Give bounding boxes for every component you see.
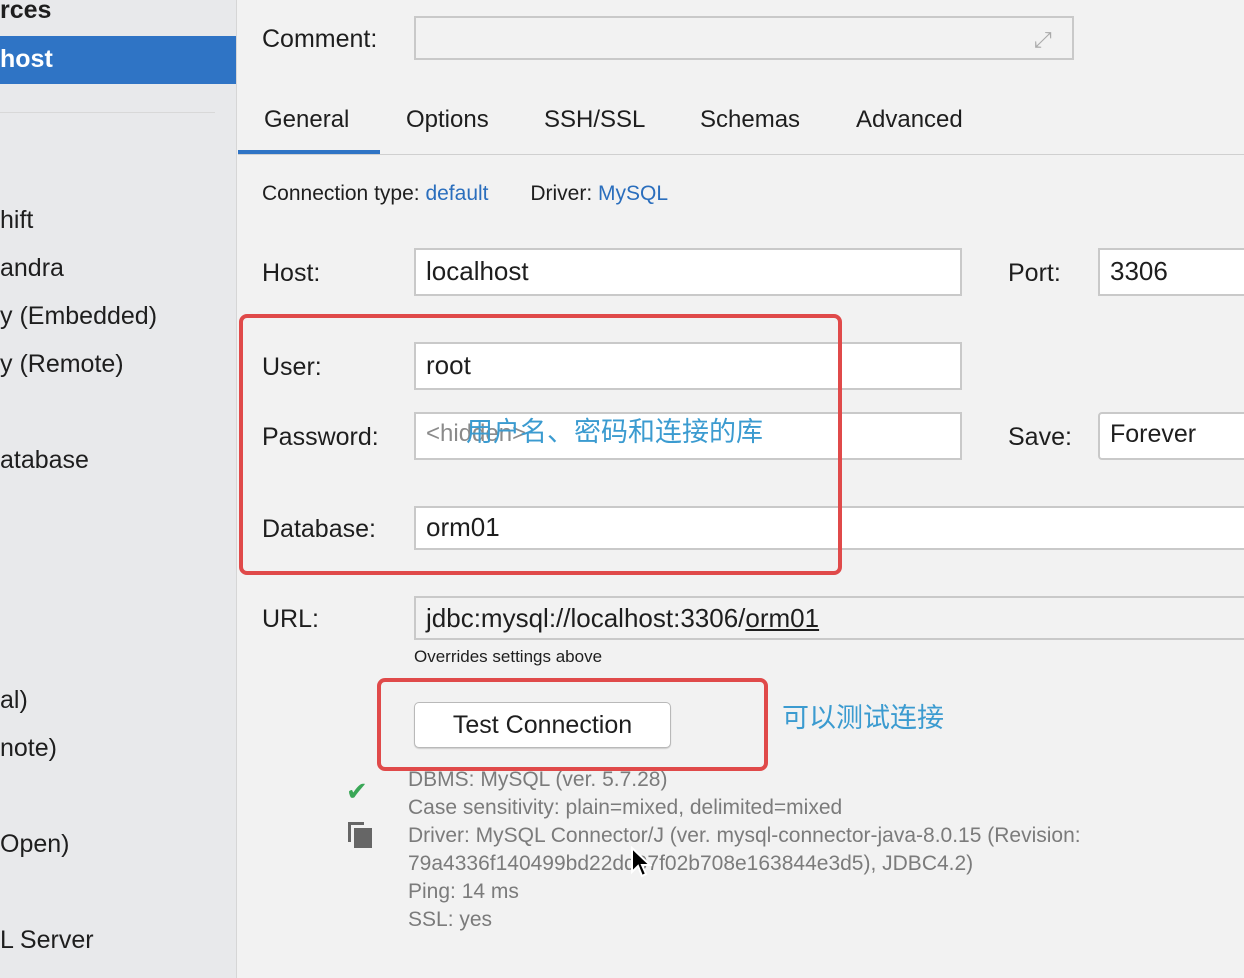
tab-advanced[interactable]: Advanced bbox=[856, 106, 963, 134]
result-line: DBMS: MySQL (ver. 5.7.28) bbox=[408, 768, 668, 791]
save-label: Save: bbox=[1008, 423, 1072, 451]
success-check-icon: ✔ bbox=[346, 776, 368, 806]
result-line: Ping: 14 ms bbox=[408, 880, 519, 903]
result-line: 79a4336f140499bd22dd07f02b708e163844e3d5… bbox=[408, 852, 974, 875]
url-label: URL: bbox=[262, 605, 319, 633]
connection-type-label: Connection type: bbox=[262, 182, 420, 205]
result-line: Case sensitivity: plain=mixed, delimited… bbox=[408, 796, 843, 819]
url-database: orm01 bbox=[745, 603, 820, 633]
tab-options[interactable]: Options bbox=[406, 106, 489, 134]
test-annotation: 可以测试连接 bbox=[782, 703, 944, 733]
url-prefix: jdbc:mysql://localhost:3306/ bbox=[426, 603, 746, 633]
sidebar-item[interactable]: al) bbox=[0, 686, 28, 715]
driver-label: Driver: bbox=[530, 182, 593, 205]
comment-field[interactable] bbox=[414, 16, 1074, 60]
connection-info: Connection type: default Driver: MySQL bbox=[262, 182, 668, 206]
driver-link[interactable]: MySQL bbox=[598, 182, 668, 205]
copy-icon[interactable] bbox=[348, 822, 372, 848]
save-select[interactable]: Forever bbox=[1098, 412, 1244, 460]
tab-divider bbox=[238, 154, 1244, 155]
result-line: SSL: yes bbox=[408, 908, 493, 931]
mouse-cursor-icon bbox=[631, 846, 653, 878]
tab-general[interactable]: General bbox=[264, 106, 349, 134]
sidebar-divider bbox=[0, 112, 215, 113]
sidebar-item[interactable]: note) bbox=[0, 734, 57, 763]
sidebar: rces host hift andra y (Embedded) y (Rem… bbox=[0, 0, 237, 978]
sidebar-item[interactable]: hift bbox=[0, 206, 33, 235]
connection-type-link[interactable]: default bbox=[425, 182, 488, 205]
port-input[interactable]: 3306 bbox=[1098, 248, 1244, 296]
result-line: Driver: MySQL Connector/J (ver. mysql-co… bbox=[408, 824, 1081, 847]
tab-ssh-ssl[interactable]: SSH/SSL bbox=[544, 106, 645, 134]
host-input[interactable]: localhost bbox=[414, 248, 962, 296]
sidebar-item[interactable]: L Server bbox=[0, 926, 94, 955]
sidebar-item[interactable]: y (Remote) bbox=[0, 350, 124, 379]
url-hint: Overrides settings above bbox=[414, 647, 603, 666]
sidebar-item[interactable]: andra bbox=[0, 254, 64, 283]
sidebar-header: rces bbox=[0, 0, 52, 24]
sidebar-item[interactable]: Open) bbox=[0, 830, 69, 859]
url-input[interactable]: jdbc:mysql://localhost:3306/orm01 bbox=[414, 596, 1244, 640]
test-highlight-box bbox=[377, 678, 768, 771]
sidebar-item[interactable]: atabase bbox=[0, 446, 89, 475]
port-label: Port: bbox=[1008, 259, 1061, 287]
tab-schemas[interactable]: Schemas bbox=[700, 106, 800, 134]
comment-label: Comment: bbox=[262, 25, 378, 53]
host-label: Host: bbox=[262, 259, 321, 287]
sidebar-item-selected[interactable]: host bbox=[0, 36, 236, 84]
expand-icon[interactable]: ⤢ bbox=[1034, 27, 1052, 53]
sidebar-item[interactable]: y (Embedded) bbox=[0, 302, 157, 331]
credentials-annotation: 用户名、密码和连接的库 bbox=[466, 417, 763, 447]
